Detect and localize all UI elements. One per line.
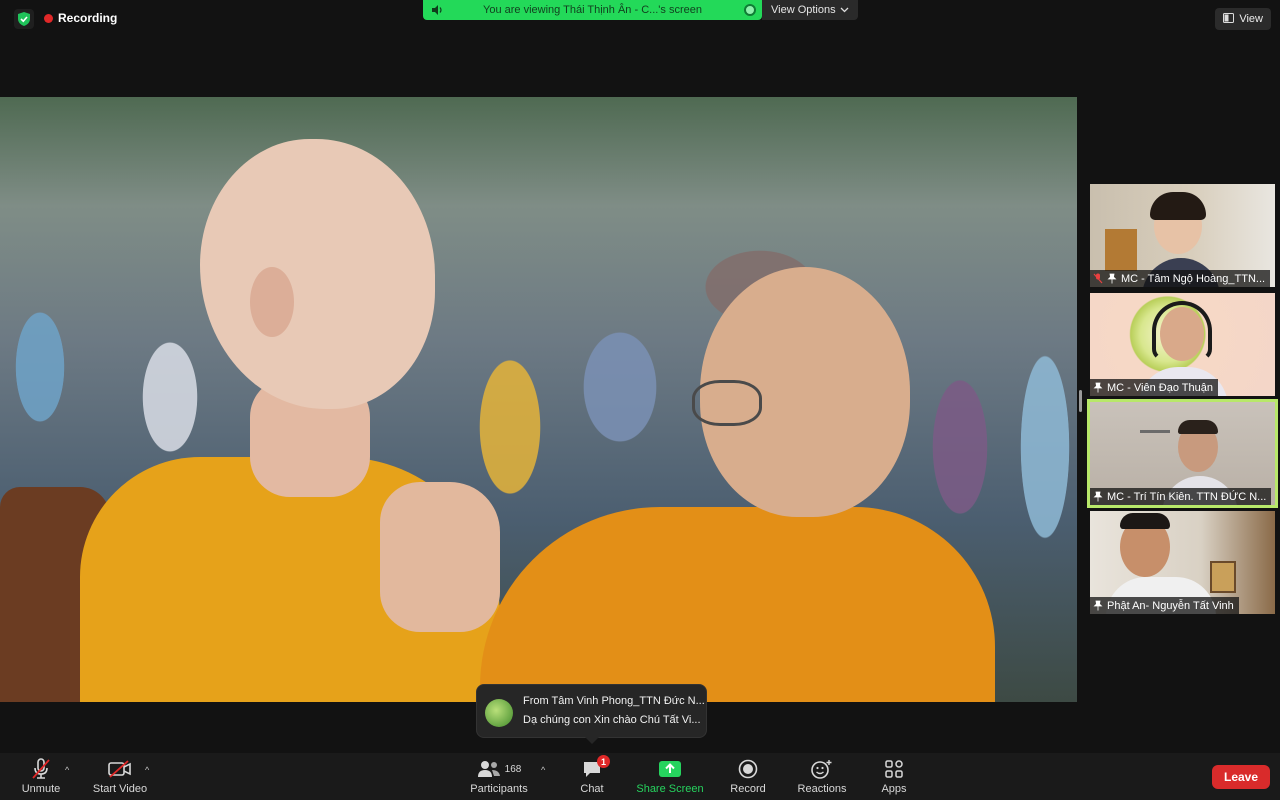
participants-options-caret-icon[interactable]: ^ xyxy=(541,765,545,775)
view-label: View xyxy=(1239,13,1263,25)
participant-tile[interactable]: Phật An- Nguyễn Tất Vinh xyxy=(1090,511,1275,614)
video-off-icon xyxy=(108,758,132,780)
chat-notification-toast[interactable]: From Tâm Vinh Phong_TTN Đức N... Dạ chún… xyxy=(476,684,707,744)
participant-name: MC - Tâm Ngộ Hoàng_TTN... xyxy=(1121,272,1266,285)
participant-name-tag: MC - Tâm Ngộ Hoàng_TTN... xyxy=(1090,270,1271,287)
chat-unread-badge: 1 xyxy=(597,755,610,768)
reactions-icon xyxy=(811,758,833,780)
door xyxy=(1105,229,1137,271)
shared-screen-view[interactable] xyxy=(0,97,1077,702)
picture-frame xyxy=(1210,561,1236,593)
reactions-button[interactable]: Reactions xyxy=(794,753,850,800)
record-label: Record xyxy=(730,783,766,795)
chat-icon: 1 xyxy=(582,755,610,780)
mic-muted-icon xyxy=(1093,273,1103,284)
reactions-label: Reactions xyxy=(797,783,847,795)
grid-view-icon xyxy=(1223,12,1235,26)
start-video-label: Start Video xyxy=(92,783,148,795)
participants-button[interactable]: 168 Participants xyxy=(466,753,532,800)
participants-label: Participants xyxy=(470,783,528,795)
chat-label: Chat xyxy=(580,783,604,795)
speaker-icon[interactable] xyxy=(431,4,443,19)
view-button[interactable]: View xyxy=(1215,8,1271,30)
pin-icon xyxy=(1093,382,1103,393)
apps-label: Apps xyxy=(881,783,907,795)
participant-name: MC - Trí Tín Kiên. TTN ĐỨC N... xyxy=(1107,490,1267,503)
leave-button[interactable]: Leave xyxy=(1212,765,1270,789)
recording-indicator[interactable]: Recording xyxy=(44,11,117,25)
share-screen-button[interactable]: Share Screen xyxy=(634,753,706,800)
pin-icon xyxy=(1093,491,1103,502)
participant-tile[interactable]: MC - Tâm Ngộ Hoàng_TTN... xyxy=(1090,184,1275,287)
gallery-resize-handle[interactable] xyxy=(1079,390,1082,412)
viewing-screen-banner: You are viewing Thái Thịnh Ân - C...'s s… xyxy=(423,0,762,20)
participant-name-tag: Phật An- Nguyễn Tất Vinh xyxy=(1090,597,1239,614)
chat-sender: From Tâm Vinh Phong_TTN Đức N... xyxy=(523,695,705,707)
younger-monk-glasses xyxy=(692,380,762,426)
participant-tile-active-speaker[interactable]: MC - Trí Tín Kiên. TTN ĐỨC N... xyxy=(1087,399,1278,508)
participants-count: 168 xyxy=(504,763,522,775)
hair xyxy=(1120,513,1170,529)
elder-monk-ear xyxy=(250,267,294,337)
share-screen-label: Share Screen xyxy=(636,783,704,795)
record-button[interactable]: Record xyxy=(728,753,768,800)
security-shield-icon[interactable] xyxy=(14,9,34,29)
chevron-down-icon xyxy=(840,4,849,16)
wall-shelf xyxy=(1140,430,1170,433)
participant-name: Phật An- Nguyễn Tất Vinh xyxy=(1107,599,1234,612)
recording-label: Recording xyxy=(58,11,118,25)
chat-message-preview: Dạ chúng con Xin chào Chú Tất Vi... xyxy=(523,714,701,726)
chat-button[interactable]: 1 Chat xyxy=(576,753,610,800)
record-icon xyxy=(738,758,758,780)
participant-name-tag: MC - Trí Tín Kiên. TTN ĐỨC N... xyxy=(1090,488,1272,505)
pin-icon xyxy=(1093,600,1103,611)
unmute-button[interactable]: Unmute xyxy=(18,753,64,800)
share-screen-icon xyxy=(659,758,681,780)
view-options-label: View Options xyxy=(771,4,836,16)
unmute-label: Unmute xyxy=(21,783,61,795)
apps-button[interactable]: Apps xyxy=(876,753,912,800)
sender-avatar xyxy=(485,699,513,727)
video-options-caret-icon[interactable]: ^ xyxy=(145,765,149,775)
participant-name-tag: MC - Viên Đạo Thuận xyxy=(1090,379,1218,396)
recording-dot-icon xyxy=(44,13,53,23)
audio-options-caret-icon[interactable]: ^ xyxy=(65,765,69,775)
apps-icon xyxy=(885,758,903,780)
view-options-button[interactable]: View Options xyxy=(762,0,858,20)
meeting-toolbar: Unmute ^ Start Video ^ 168 Participants … xyxy=(0,753,1280,800)
mic-muted-icon xyxy=(31,758,51,780)
pin-icon xyxy=(1107,273,1117,284)
participants-icon: 168 xyxy=(477,758,522,780)
hands-adjusting-robe xyxy=(380,482,500,632)
annotate-status-icon[interactable] xyxy=(744,4,756,16)
viewing-screen-text: You are viewing Thái Thịnh Ân - C...'s s… xyxy=(483,4,702,16)
participant-tile[interactable]: MC - Viên Đạo Thuận xyxy=(1090,293,1275,396)
hair xyxy=(1178,420,1218,434)
headphones-icon xyxy=(1152,301,1212,361)
start-video-button[interactable]: Start Video xyxy=(88,753,152,800)
participant-name: MC - Viên Đạo Thuận xyxy=(1107,381,1213,394)
